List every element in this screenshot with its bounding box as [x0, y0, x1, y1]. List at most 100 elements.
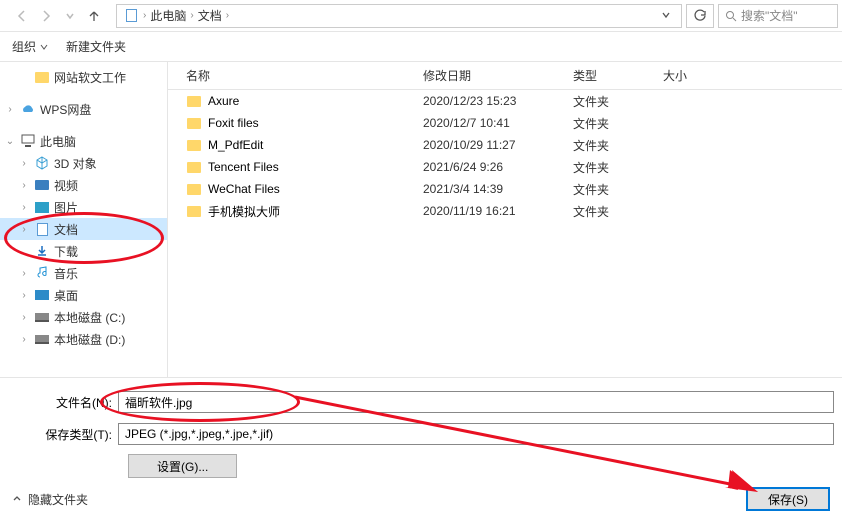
chevron-right-icon: › [18, 334, 30, 345]
tree-item-downloads[interactable]: 下载 [0, 240, 167, 262]
address-bar: › 此电脑 › 文档 › 搜索"文档" [0, 0, 842, 32]
savetype-select[interactable]: JPEG (*.jpg,*.jpeg,*.jpe,*.jif) [118, 423, 834, 445]
file-type: 文件夹 [573, 137, 663, 154]
tree-item-documents[interactable]: › 文档 [0, 218, 167, 240]
chevron-right-icon: › [143, 10, 146, 21]
file-name: 手机模拟大师 [208, 203, 280, 220]
file-type: 文件夹 [573, 181, 663, 198]
3d-icon [34, 155, 50, 171]
breadcrumb-dropdown[interactable] [657, 9, 675, 23]
file-row[interactable]: Tencent Files 2021/6/24 9:26 文件夹 [168, 156, 842, 178]
chevron-right-icon: › [18, 290, 30, 301]
file-type: 文件夹 [573, 93, 663, 110]
savetype-label: 保存类型(T): [0, 426, 118, 443]
file-row[interactable]: 手机模拟大师 2020/11/19 16:21 文件夹 [168, 200, 842, 222]
breadcrumb-root[interactable]: 此电脑 [150, 7, 186, 24]
file-date: 2021/6/24 9:26 [423, 160, 573, 174]
file-date: 2021/3/4 14:39 [423, 182, 573, 196]
folder-icon [186, 181, 202, 197]
chevron-right-icon: › [18, 158, 30, 169]
file-row[interactable]: Foxit files 2020/12/7 10:41 文件夹 [168, 112, 842, 134]
tree-item-wps[interactable]: › WPS网盘 [0, 98, 167, 120]
search-icon [725, 10, 737, 22]
folder-icon [186, 203, 202, 219]
tree-item-webwork[interactable]: 网站软文工作 [0, 66, 167, 88]
folder-icon [186, 159, 202, 175]
file-name: Axure [208, 94, 239, 108]
file-row[interactable]: Axure 2020/12/23 15:23 文件夹 [168, 90, 842, 112]
col-name[interactable]: 名称 [168, 67, 423, 84]
save-panel: 文件名(N): 福昕软件.jpg 保存类型(T): JPEG (*.jpg,*.… [0, 377, 842, 478]
chevron-right-icon: › [18, 180, 30, 191]
toolbar: 组织 新建文件夹 [0, 32, 842, 62]
new-folder-button[interactable]: 新建文件夹 [66, 38, 126, 55]
col-type[interactable]: 类型 [573, 67, 663, 84]
folder-icon [186, 137, 202, 153]
tree-item-video[interactable]: › 视频 [0, 174, 167, 196]
chevron-right-icon: › [226, 10, 229, 21]
organize-button[interactable]: 组织 [12, 38, 48, 55]
file-type: 文件夹 [573, 203, 663, 220]
breadcrumb[interactable]: › 此电脑 › 文档 › [116, 4, 682, 28]
tree-item-thispc[interactable]: ⌄ 此电脑 [0, 130, 167, 152]
file-type: 文件夹 [573, 159, 663, 176]
folder-icon [34, 69, 50, 85]
chevron-down-icon [40, 43, 48, 51]
filename-label: 文件名(N): [0, 394, 118, 411]
file-name: WeChat Files [208, 182, 280, 196]
col-size[interactable]: 大小 [663, 67, 743, 84]
hide-folders-toggle[interactable]: 隐藏文件夹 [12, 491, 88, 508]
nav-up-button[interactable] [84, 6, 104, 26]
video-icon [34, 177, 50, 193]
file-name: Tencent Files [208, 160, 279, 174]
nav-forward-button[interactable] [36, 6, 56, 26]
navigation-tree: 网站软文工作 › WPS网盘 ⌄ 此电脑 › 3D 对象 › [0, 62, 168, 377]
file-name: M_PdfEdit [208, 138, 263, 152]
dialog-footer: 隐藏文件夹 保存(S) [0, 479, 842, 519]
chevron-right-icon: › [190, 10, 193, 21]
filename-input[interactable]: 福昕软件.jpg [118, 391, 834, 413]
file-date: 2020/12/23 15:23 [423, 94, 573, 108]
tree-item-music[interactable]: › 音乐 [0, 262, 167, 284]
document-icon [34, 221, 50, 237]
cloud-icon [20, 101, 36, 117]
chevron-down-icon: ⌄ [4, 136, 16, 147]
file-date: 2020/12/7 10:41 [423, 116, 573, 130]
file-row[interactable]: M_PdfEdit 2020/10/29 11:27 文件夹 [168, 134, 842, 156]
music-icon [34, 265, 50, 281]
tree-item-3dobjects[interactable]: › 3D 对象 [0, 152, 167, 174]
chevron-right-icon: › [4, 104, 16, 115]
breadcrumb-current[interactable]: 文档 [198, 7, 222, 24]
folder-icon [186, 93, 202, 109]
file-date: 2020/11/19 16:21 [423, 204, 573, 218]
tree-item-diskc[interactable]: › 本地磁盘 (C:) [0, 306, 167, 328]
tree-item-diskd[interactable]: › 本地磁盘 (D:) [0, 328, 167, 350]
drive-icon [34, 331, 50, 347]
tree-item-desktop[interactable]: › 桌面 [0, 284, 167, 306]
folder-icon [186, 115, 202, 131]
desktop-icon [34, 287, 50, 303]
nav-back-button[interactable] [12, 6, 32, 26]
tree-item-pictures[interactable]: › 图片 [0, 196, 167, 218]
drive-icon [34, 309, 50, 325]
chevron-right-icon: › [18, 312, 30, 323]
computer-icon [20, 133, 36, 149]
file-date: 2020/10/29 11:27 [423, 138, 573, 152]
column-headers: 名称 修改日期 类型 大小 [168, 62, 842, 90]
download-icon [34, 243, 50, 259]
col-date[interactable]: 修改日期 [423, 67, 573, 84]
search-input[interactable]: 搜索"文档" [718, 4, 838, 28]
file-type: 文件夹 [573, 115, 663, 132]
save-button[interactable]: 保存(S) [746, 487, 830, 511]
search-placeholder: 搜索"文档" [741, 7, 798, 24]
document-icon [123, 8, 139, 24]
chevron-right-icon: › [18, 202, 30, 213]
file-list: 名称 修改日期 类型 大小 Axure 2020/12/23 15:23 文件夹… [168, 62, 842, 377]
settings-button[interactable]: 设置(G)... [128, 454, 237, 478]
chevron-right-icon: › [18, 268, 30, 279]
file-name: Foxit files [208, 116, 259, 130]
file-row[interactable]: WeChat Files 2021/3/4 14:39 文件夹 [168, 178, 842, 200]
nav-recent-dropdown[interactable] [60, 6, 80, 26]
refresh-button[interactable] [686, 4, 714, 28]
chevron-right-icon: › [18, 224, 30, 235]
